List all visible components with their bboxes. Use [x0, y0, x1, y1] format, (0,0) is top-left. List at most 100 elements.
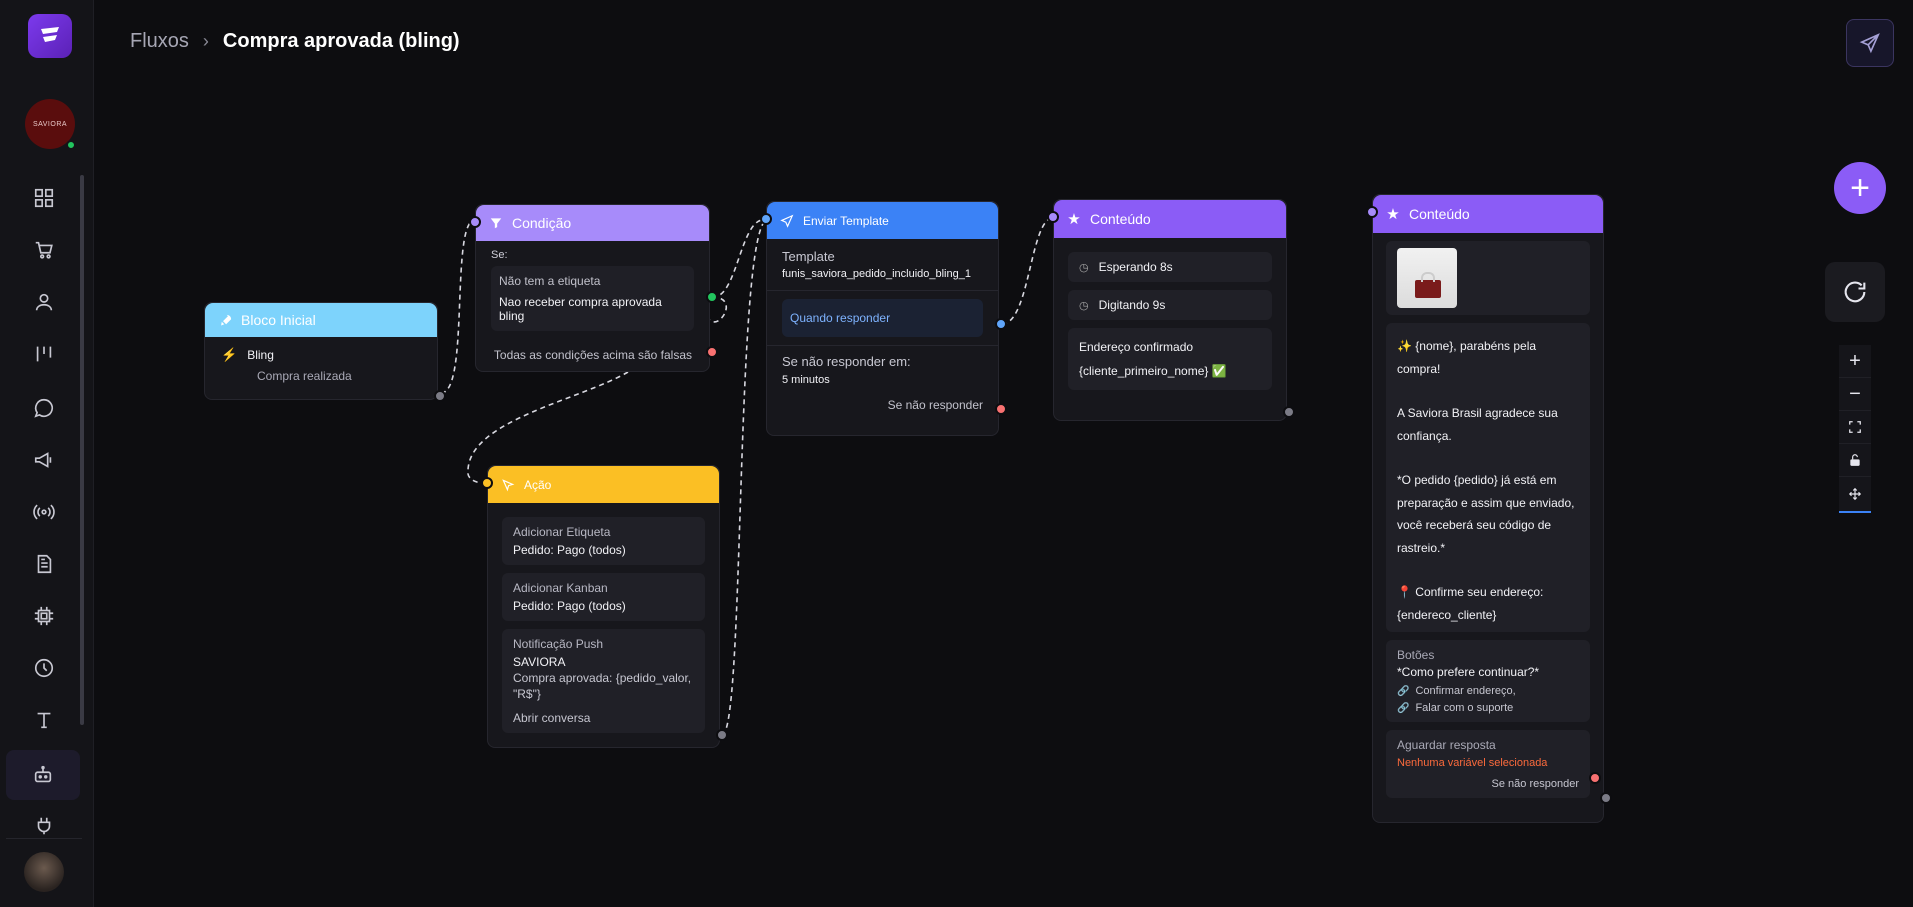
send-button[interactable]: [1846, 19, 1894, 67]
handle-content-2-in[interactable]: [1366, 206, 1378, 218]
false-branch-label: Todas as condições acima são falsas: [493, 348, 692, 362]
rule-label: Não tem a etiqueta: [499, 274, 601, 288]
add-node-button[interactable]: +: [1834, 162, 1886, 214]
user-avatar[interactable]: [24, 852, 64, 892]
handle-content-1-out[interactable]: [1283, 406, 1295, 418]
message-step[interactable]: ✨ {nome}, parabéns pela compra! A Savior…: [1386, 323, 1590, 632]
reply-branch[interactable]: Quando responder: [782, 299, 983, 337]
action-item-label: Adicionar Kanban: [513, 581, 608, 595]
await-step[interactable]: Aguardar resposta Nenhuma variável selec…: [1386, 730, 1590, 798]
push-notification[interactable]: Notificação Push SAVIORA Compra aprovada…: [502, 629, 705, 733]
await-label: Aguardar resposta: [1397, 738, 1496, 752]
button-option[interactable]: Falar com o suporte: [1415, 702, 1513, 714]
broadcast-icon[interactable]: [22, 492, 66, 532]
condition-rule[interactable]: Não tem a etiqueta Nao receber compra ap…: [491, 266, 694, 331]
typing-step[interactable]: ◷ Digitando 9s: [1068, 290, 1272, 320]
kanban-icon[interactable]: [22, 334, 66, 374]
lock-button[interactable]: [1839, 444, 1871, 477]
buttons-label: Botões: [1397, 648, 1435, 662]
fit-view-button[interactable]: [1839, 411, 1871, 444]
template-name: funis_saviora_pedido_incluido_bling_1: [782, 268, 971, 280]
user-icon[interactable]: [22, 282, 66, 322]
timeout-value: 5 minutos: [782, 374, 830, 386]
handle-template-reply[interactable]: [995, 318, 1007, 330]
message-step[interactable]: Endereço confirmado {cliente_primeiro_no…: [1068, 328, 1272, 390]
document-icon[interactable]: [22, 544, 66, 584]
zoom-in-button[interactable]: +: [1839, 345, 1871, 378]
chevron-right-icon: ›: [202, 31, 209, 51]
node-start[interactable]: Bloco Inicial ⚡ Bling Compra realizada: [204, 302, 446, 402]
message-line: [1397, 380, 1579, 402]
flow-logo-icon[interactable]: [28, 14, 72, 58]
bot-icon[interactable]: [6, 750, 80, 800]
node-template-header[interactable]: Enviar Template: [767, 202, 998, 239]
handle-condition-false[interactable]: [706, 346, 718, 358]
dashboard-icon[interactable]: [22, 178, 66, 218]
unlock-icon: [1850, 454, 1860, 466]
node-condition-title: Condição: [512, 215, 572, 231]
plug-icon[interactable]: [22, 806, 66, 846]
node-action-title: Ação: [524, 477, 552, 492]
node-content-1-title: Conteúdo: [1090, 211, 1151, 227]
message-line: [1397, 447, 1579, 469]
breadcrumb: Fluxos › Compra aprovada (bling): [130, 30, 460, 53]
handle-start-out[interactable]: [434, 390, 446, 402]
await-value: Nenhuma variável selecionada: [1397, 757, 1548, 769]
brand-avatar-text: SAVIORA: [32, 120, 68, 128]
node-action-header[interactable]: Ação: [488, 466, 719, 503]
message-line: {endereco_cliente}: [1397, 607, 1497, 622]
handle-template-no-reply[interactable]: [995, 403, 1007, 415]
refresh-button[interactable]: [1825, 262, 1885, 322]
filter-icon: [488, 215, 504, 231]
handle-action-in[interactable]: [481, 477, 493, 489]
message-line: confiança.: [1397, 428, 1452, 443]
handle-content-1-in[interactable]: [1047, 211, 1059, 223]
node-template[interactable]: Enviar Template Template funis_saviora_p…: [760, 201, 1007, 436]
handle-condition-true[interactable]: [706, 291, 718, 303]
action-item[interactable]: Adicionar Kanban Pedido: Pago (todos): [502, 573, 705, 621]
message-line: 📍 Confirme seu endereço:: [1397, 585, 1544, 599]
node-content-2[interactable]: ★ Conteúdo ✨ {nome}, parabéns pela compr…: [1366, 194, 1612, 823]
cart-icon[interactable]: [22, 230, 66, 270]
button-option[interactable]: Confirmar endereço,: [1415, 685, 1515, 697]
star-icon: ★: [1067, 211, 1081, 228]
handle-content-2-no-reply[interactable]: [1589, 772, 1601, 784]
node-start-header[interactable]: Bloco Inicial: [205, 303, 437, 337]
wait-step[interactable]: ◷ Esperando 8s: [1068, 252, 1272, 282]
message-line: você receberá seu código de: [1397, 518, 1552, 532]
page-title: Compra aprovada (bling): [222, 30, 460, 52]
link-icon: 🔗: [1397, 685, 1410, 697]
node-start-title: Bloco Inicial: [241, 312, 316, 328]
push-body-1: Compra aprovada: {pedido_valor,: [513, 671, 692, 685]
breadcrumb-parent-link[interactable]: Fluxos: [130, 30, 189, 53]
node-condition-header[interactable]: Condição: [476, 205, 709, 241]
message-line: preparação e assim que enviado,: [1397, 495, 1575, 510]
handle-template-in[interactable]: [760, 213, 772, 225]
clock-icon: ◷: [1079, 299, 1089, 312]
template-label: Template: [782, 249, 835, 264]
handle-action-out[interactable]: [716, 729, 728, 741]
node-condition[interactable]: Condição Se: Não tem a etiqueta Nao rece…: [469, 204, 718, 372]
trigger-event: Compra realizada: [257, 369, 352, 383]
megaphone-icon[interactable]: [22, 440, 66, 480]
zoom-out-button[interactable]: −: [1839, 378, 1871, 411]
buttons-step[interactable]: Botões *Como prefere continuar?* 🔗 Confir…: [1386, 640, 1590, 722]
node-content-1[interactable]: ★ Conteúdo ◷ Esperando 8s ◷ Digitando 9s E…: [1047, 199, 1295, 421]
sidebar-scrollbar[interactable]: [80, 175, 84, 725]
image-step[interactable]: [1386, 241, 1590, 315]
flow-edges: [440, 217, 1054, 736]
node-content-1-header[interactable]: ★ Conteúdo: [1054, 200, 1286, 238]
chat-icon[interactable]: [22, 388, 66, 428]
action-item[interactable]: Adicionar Etiqueta Pedido: Pago (todos): [502, 517, 705, 565]
handle-content-2-out[interactable]: [1600, 792, 1612, 804]
chip-icon[interactable]: [22, 596, 66, 636]
sidebar-divider: [6, 838, 82, 839]
handle-condition-in[interactable]: [469, 216, 481, 228]
clock-icon[interactable]: [22, 648, 66, 688]
pan-button[interactable]: [1839, 477, 1871, 510]
node-action[interactable]: Ação Adicionar Etiqueta Pedido: Pago (to…: [481, 465, 728, 748]
star-icon: ★: [1386, 206, 1400, 223]
text-icon[interactable]: [22, 700, 66, 740]
rule-value: Nao receber compra aprovada bling: [499, 295, 662, 323]
node-content-2-header[interactable]: ★ Conteúdo: [1373, 195, 1603, 233]
